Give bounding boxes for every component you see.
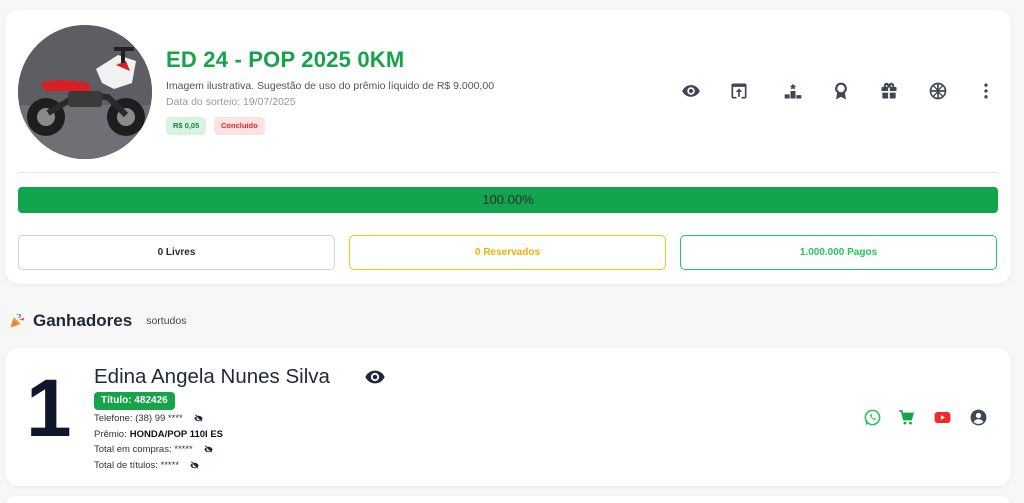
free-counter-button[interactable]: 0 Livres	[18, 235, 335, 270]
progress-label: 100.00%	[482, 192, 534, 207]
party-popper-icon	[10, 313, 25, 328]
price-badge: R$ 0,05	[166, 117, 207, 135]
divider	[18, 172, 998, 173]
purchases-row: Total em compras: *****	[94, 443, 214, 456]
eye-off-icon[interactable]	[203, 444, 214, 455]
award-icon[interactable]	[829, 79, 853, 103]
phone-row: Telefone: (38) 99 ****	[94, 412, 204, 425]
paid-counter-button[interactable]: 1.000.000 Pagos	[680, 235, 997, 270]
user-circle-icon[interactable]	[967, 406, 989, 428]
gift-icon[interactable]	[877, 79, 901, 103]
raffle-description: Imagem ilustrativa. Sugestão de uso do p…	[166, 80, 495, 92]
draw-date: Data do sorteio: 19/07/2025	[166, 96, 296, 108]
reserved-counter-button[interactable]: 0 Reservados	[349, 235, 666, 270]
winner-name: Edina Angela Nunes Silva	[94, 365, 330, 388]
wheel-icon[interactable]	[926, 79, 950, 103]
eye-icon[interactable]	[364, 366, 386, 388]
winners-header: Ganhadores sortudos	[8, 310, 186, 332]
titles-label: Total de títulos: *****	[94, 460, 180, 471]
ticket-badge: Título: 482426	[94, 392, 175, 410]
more-vertical-icon[interactable]	[974, 79, 998, 103]
eye-icon[interactable]	[679, 79, 703, 103]
winners-title: Ganhadores	[33, 311, 133, 330]
share-upload-icon[interactable]	[727, 79, 751, 103]
whatsapp-icon[interactable]	[861, 406, 883, 428]
eye-off-icon[interactable]	[189, 460, 200, 471]
raffle-card: ED 24 - POP 2025 0KM Imagem ilustrativa.…	[5, 10, 1011, 284]
winner-rank: 1	[26, 363, 72, 454]
youtube-icon[interactable]	[931, 406, 953, 428]
winners-subtitle: sortudos	[146, 315, 187, 327]
progress-bar: 100.00%	[18, 187, 998, 213]
raffle-image	[18, 25, 152, 159]
raffle-title: ED 24 - POP 2025 0KM	[166, 47, 405, 72]
purchases-label: Total em compras: *****	[94, 444, 193, 455]
cart-icon[interactable]	[895, 406, 917, 428]
podium-icon[interactable]	[781, 79, 805, 103]
prize-value: HONDA/POP 110I ES	[129, 429, 224, 440]
prize-label: Prêmio:	[94, 429, 127, 440]
next-winner-card	[5, 496, 1011, 503]
eye-off-icon[interactable]	[193, 413, 204, 424]
titles-row: Total de títulos: *****	[94, 459, 200, 472]
phone-label: Telefone: (38) 99 ****	[94, 413, 183, 424]
status-badge: Concluído	[214, 117, 265, 135]
prize-row: Prêmio: HONDA/POP 110I ES	[94, 428, 223, 441]
